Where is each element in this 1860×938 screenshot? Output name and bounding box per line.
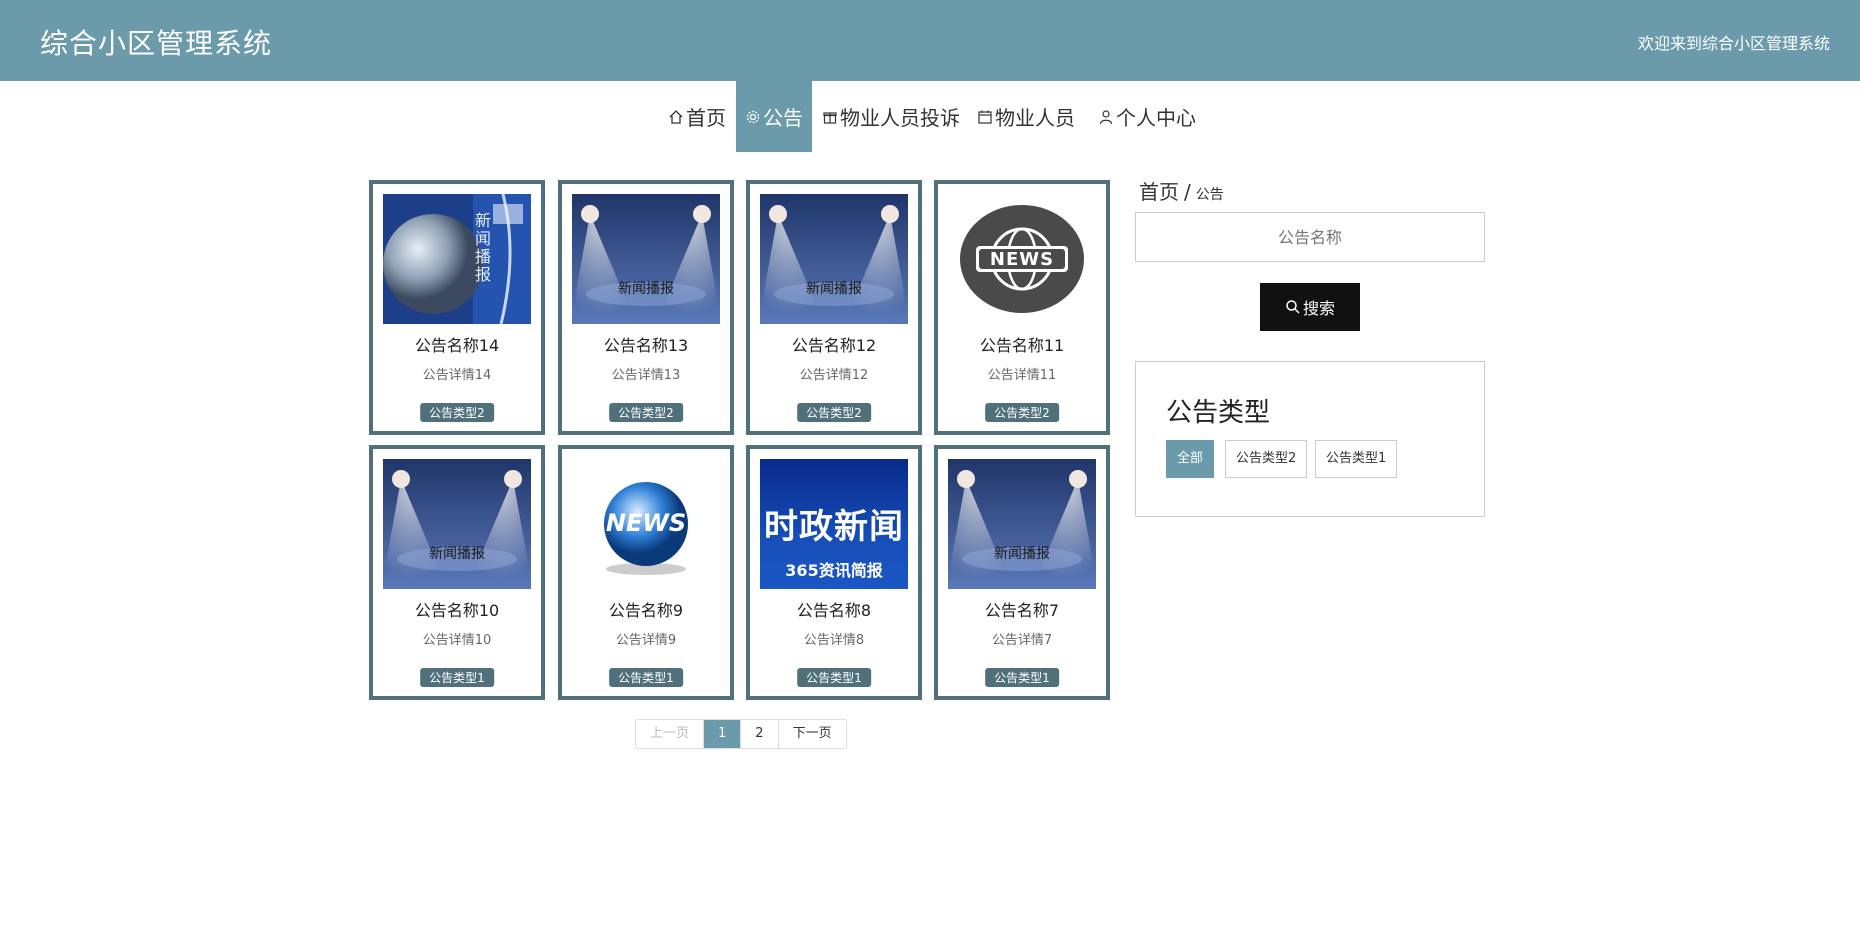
notice-detail: 公告详情7 xyxy=(991,633,1053,648)
news-logo-text: NEWS xyxy=(605,509,687,537)
type-filter-type2[interactable]: 公告类型2 xyxy=(1225,440,1308,478)
notice-detail: 公告详情11 xyxy=(987,368,1057,383)
image-caption: 新闻播报 xyxy=(806,281,862,297)
notice-card[interactable]: NEWS 公告名称11 公告详情11 公告类型2 xyxy=(934,180,1110,435)
notice-title[interactable]: 公告名称11 xyxy=(938,332,1106,356)
notice-detail: 公告详情14 xyxy=(422,368,492,383)
notice-detail: 公告详情8 xyxy=(803,633,865,648)
notice-card[interactable]: 公告名称7 公告详情7 公告类型1 xyxy=(934,445,1110,700)
page-button-2[interactable]: 2 xyxy=(741,720,779,748)
notice-title[interactable]: 公告名称14 xyxy=(373,332,541,356)
prev-page-button[interactable]: 上一页 xyxy=(636,720,705,748)
search-input[interactable] xyxy=(1135,212,1485,262)
notice-title[interactable]: 公告名称9 xyxy=(562,597,730,621)
notice-title[interactable]: 公告名称13 xyxy=(562,332,730,356)
notice-image[interactable] xyxy=(383,459,531,589)
nav-label-complaint: 物业人员投诉 xyxy=(840,106,960,130)
page-button-1[interactable]: 1 xyxy=(704,720,742,748)
type-filter-type1[interactable]: 公告类型1 xyxy=(1315,440,1398,478)
calendar-icon xyxy=(978,110,992,124)
gift-icon xyxy=(823,111,837,124)
search-button[interactable]: 搜索 xyxy=(1260,283,1360,331)
nav-item-profile[interactable]: 个人中心 xyxy=(1096,81,1198,152)
user-icon xyxy=(1099,109,1113,124)
banner-title-text: 时政新闻 xyxy=(764,507,904,547)
breadcrumb-separator: / xyxy=(1184,180,1191,204)
next-page-button[interactable]: 下一页 xyxy=(778,720,846,748)
top-header: 综合小区管理系统 欢迎来到综合小区管理系统 xyxy=(0,0,1860,81)
notice-image[interactable] xyxy=(383,194,531,324)
search-icon xyxy=(1286,300,1300,314)
notice-title[interactable]: 公告名称10 xyxy=(373,597,541,621)
type-filter-all[interactable]: 全部 xyxy=(1166,440,1215,478)
notice-type-badge: 公告类型1 xyxy=(985,668,1059,687)
nav-item-staff[interactable]: 物业人员 xyxy=(976,81,1076,152)
notice-type-badge: 公告类型2 xyxy=(609,403,683,422)
notice-image[interactable]: NEWS xyxy=(948,194,1096,324)
nav-item-complaint[interactable]: 物业人员投诉 xyxy=(820,81,962,152)
notice-detail: 公告详情13 xyxy=(611,368,681,383)
notice-title[interactable]: 公告名称8 xyxy=(750,597,918,621)
breadcrumb-home[interactable]: 首页 xyxy=(1139,180,1179,204)
image-caption-vertical: 新闻播报 xyxy=(474,211,491,284)
news-badge-text: NEWS xyxy=(989,249,1055,270)
nav-item-notice[interactable]: 公告 xyxy=(736,81,812,152)
breadcrumb: 首页 / 公告 xyxy=(1139,176,1224,205)
notice-card[interactable]: 公告名称10 公告详情10 公告类型1 xyxy=(369,445,545,700)
notice-detail: 公告详情9 xyxy=(615,633,677,648)
notice-image[interactable]: 时政新闻 365资讯简报 xyxy=(760,459,908,589)
site-title[interactable]: 综合小区管理系统 xyxy=(40,22,272,62)
notice-title[interactable]: 公告名称7 xyxy=(938,597,1106,621)
main-nav: 首页 公告 物业人员投诉 物业人员 个人中心 xyxy=(0,81,1860,152)
notice-image[interactable]: NEWS xyxy=(572,459,720,589)
notice-card[interactable]: 公告名称12 公告详情12 公告类型2 xyxy=(746,180,922,435)
image-caption: 新闻播报 xyxy=(429,546,485,562)
notice-image[interactable] xyxy=(948,459,1096,589)
breadcrumb-current: 公告 xyxy=(1195,187,1224,203)
notice-card[interactable]: 公告名称13 公告详情13 公告类型2 xyxy=(558,180,734,435)
image-caption: 新闻播报 xyxy=(994,546,1050,562)
notice-card[interactable]: NEWS 公告名称9 公告详情9 公告类型1 xyxy=(558,445,734,700)
nav-label-profile: 个人中心 xyxy=(1116,106,1196,130)
notice-detail: 公告详情12 xyxy=(799,368,869,383)
pagination: 上一页 1 2 下一页 xyxy=(635,719,847,749)
notice-type-heading: 公告类型 xyxy=(1166,398,1271,428)
image-caption: 新闻播报 xyxy=(618,281,674,297)
notice-image[interactable] xyxy=(760,194,908,324)
welcome-text: 欢迎来到综合小区管理系统 xyxy=(1637,34,1830,53)
search-button-label: 搜索 xyxy=(1302,299,1335,318)
notice-card[interactable]: 公告名称14 公告详情14 公告类型2 xyxy=(369,180,545,435)
notice-type-badge: 公告类型1 xyxy=(609,668,683,687)
nav-label-home: 首页 xyxy=(686,106,726,130)
nav-label-notice: 公告 xyxy=(763,106,803,130)
banner-subtitle-text: 365资讯简报 xyxy=(785,561,883,580)
notice-type-badge: 公告类型1 xyxy=(420,668,494,687)
notice-detail: 公告详情10 xyxy=(422,633,492,648)
notice-image[interactable] xyxy=(572,194,720,324)
notice-type-badge: 公告类型2 xyxy=(797,403,871,422)
notice-type-badge: 公告类型2 xyxy=(985,403,1059,422)
notice-card[interactable]: 时政新闻 365资讯简报 公告名称8 公告详情8 公告类型1 xyxy=(746,445,922,700)
notice-title[interactable]: 公告名称12 xyxy=(750,332,918,356)
notice-type-badge: 公告类型1 xyxy=(797,668,871,687)
home-icon xyxy=(669,109,683,124)
nav-label-staff: 物业人员 xyxy=(995,106,1075,130)
nav-item-home[interactable]: 首页 xyxy=(660,81,734,152)
notice-type-panel: 公告类型 全部 公告类型2 公告类型1 xyxy=(1135,361,1485,517)
gear-icon xyxy=(746,110,760,123)
notice-type-badge: 公告类型2 xyxy=(420,403,494,422)
